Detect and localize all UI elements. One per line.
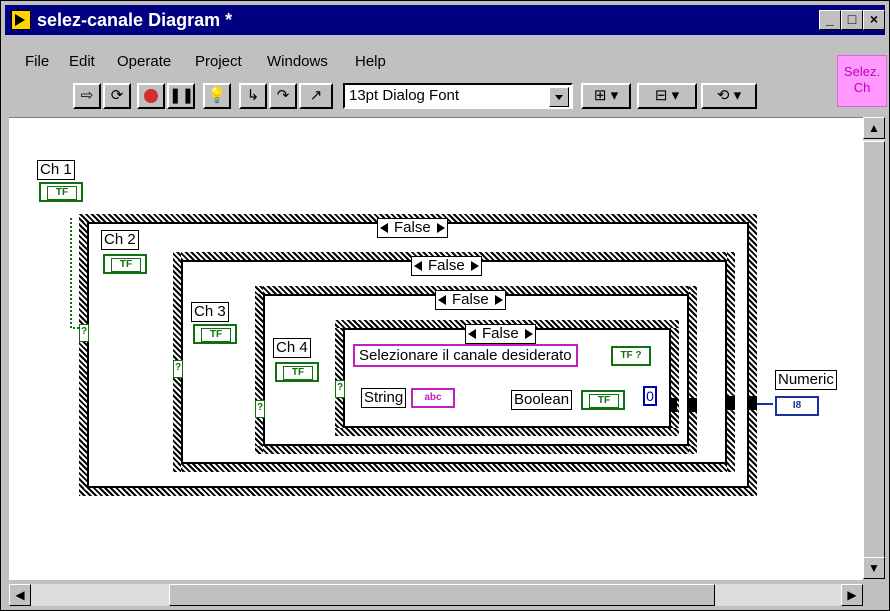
horizontal-scroll-thumb[interactable] bbox=[169, 584, 715, 606]
menu-edit[interactable]: Edit bbox=[69, 53, 95, 70]
run-continuously-button[interactable]: ⟳ bbox=[103, 83, 131, 109]
scroll-right-button[interactable]: ▶ bbox=[841, 584, 863, 606]
selector-terminal-3: ? bbox=[255, 400, 265, 418]
menu-help[interactable]: Help bbox=[355, 53, 386, 70]
numeric-label[interactable]: Numeric bbox=[775, 370, 837, 390]
ch1-label[interactable]: Ch 1 bbox=[37, 160, 75, 180]
ch3-boolean-terminal[interactable] bbox=[193, 324, 237, 344]
prompt-string-constant[interactable]: Selezionare il canale desiderato bbox=[353, 344, 578, 367]
step-over-button[interactable]: ↷ bbox=[269, 83, 297, 109]
menu-windows[interactable]: Windows bbox=[267, 53, 328, 70]
scroll-up-button[interactable]: ▲ bbox=[863, 117, 885, 139]
font-select[interactable]: 13pt Dialog Font bbox=[343, 83, 573, 109]
ch2-label[interactable]: Ch 2 bbox=[101, 230, 139, 250]
highlight-execution-button[interactable]: 💡 bbox=[203, 83, 231, 109]
distribute-objects-button[interactable]: ⊟ ▾ bbox=[637, 83, 697, 109]
palette-line-2: Ch bbox=[853, 80, 871, 95]
tunnel-1 bbox=[749, 396, 757, 410]
pause-button[interactable]: ❚❚ bbox=[167, 83, 195, 109]
boolean-terminal[interactable] bbox=[581, 390, 625, 410]
ch4-boolean-terminal[interactable] bbox=[275, 362, 319, 382]
selector-terminal-4: ? bbox=[335, 380, 345, 398]
case-selector-1[interactable]: False bbox=[377, 218, 448, 238]
tunnel-3 bbox=[689, 398, 697, 412]
window-title: selez-canale Diagram * bbox=[37, 10, 233, 30]
align-objects-button[interactable]: ⊞ ▾ bbox=[581, 83, 631, 109]
vertical-scroll-thumb[interactable] bbox=[863, 141, 885, 559]
palette-line-1: Selez. bbox=[843, 64, 881, 79]
one-button-dialog-icon[interactable]: TF ? bbox=[611, 346, 651, 366]
chevron-down-icon[interactable] bbox=[549, 87, 569, 107]
menu-project[interactable]: Project bbox=[195, 53, 242, 70]
boolean-label[interactable]: Boolean bbox=[511, 390, 573, 410]
scroll-left-button[interactable]: ◀ bbox=[9, 584, 31, 606]
run-button[interactable]: ⇨ bbox=[73, 83, 101, 109]
case-selector-4[interactable]: False bbox=[465, 324, 536, 344]
vertical-scrollbar[interactable]: ▲ ▼ bbox=[863, 117, 885, 579]
string-label[interactable]: String bbox=[361, 388, 407, 408]
maximize-button[interactable]: □ bbox=[841, 10, 863, 30]
tunnel-4 bbox=[669, 398, 677, 412]
vi-icon-palette[interactable]: Selez. Ch bbox=[837, 55, 887, 107]
horizontal-scrollbar[interactable]: ◀ ▶ bbox=[9, 584, 863, 606]
scroll-down-button[interactable]: ▼ bbox=[863, 557, 885, 579]
step-into-button[interactable]: ↳ bbox=[239, 83, 267, 109]
numeric-constant[interactable]: 0 bbox=[643, 386, 657, 406]
ch1-boolean-terminal[interactable] bbox=[39, 182, 83, 202]
tunnel-2 bbox=[727, 396, 735, 410]
diagram-window: selez-canale Diagram * _ □ × File Edit O… bbox=[0, 0, 890, 611]
case-selector-2[interactable]: False bbox=[411, 256, 482, 276]
labview-icon[interactable] bbox=[11, 10, 31, 30]
ch2-boolean-terminal[interactable] bbox=[103, 254, 147, 274]
step-out-button[interactable]: ↗ bbox=[299, 83, 333, 109]
font-select-value: 13pt Dialog Font bbox=[349, 87, 460, 104]
menu-operate[interactable]: Operate bbox=[117, 53, 171, 70]
string-terminal[interactable]: abc bbox=[411, 388, 455, 408]
selector-terminal-1: ? bbox=[79, 324, 89, 342]
title-bar[interactable]: selez-canale Diagram * _ □ × bbox=[5, 5, 885, 35]
numeric-indicator-terminal[interactable]: I8 bbox=[775, 396, 819, 416]
ch4-label[interactable]: Ch 4 bbox=[273, 338, 311, 358]
ch3-label[interactable]: Ch 3 bbox=[191, 302, 229, 322]
menu-file[interactable]: File bbox=[25, 53, 49, 70]
minimize-button[interactable]: _ bbox=[819, 10, 841, 30]
reorder-button[interactable]: ⟲ ▾ bbox=[701, 83, 757, 109]
selector-terminal-2: ? bbox=[173, 360, 183, 378]
close-button[interactable]: × bbox=[863, 10, 885, 30]
block-diagram-canvas[interactable]: False False False False ? ? ? ? Ch 1 Ch … bbox=[9, 117, 863, 580]
case-selector-3[interactable]: False bbox=[435, 290, 506, 310]
abort-button[interactable] bbox=[137, 83, 165, 109]
